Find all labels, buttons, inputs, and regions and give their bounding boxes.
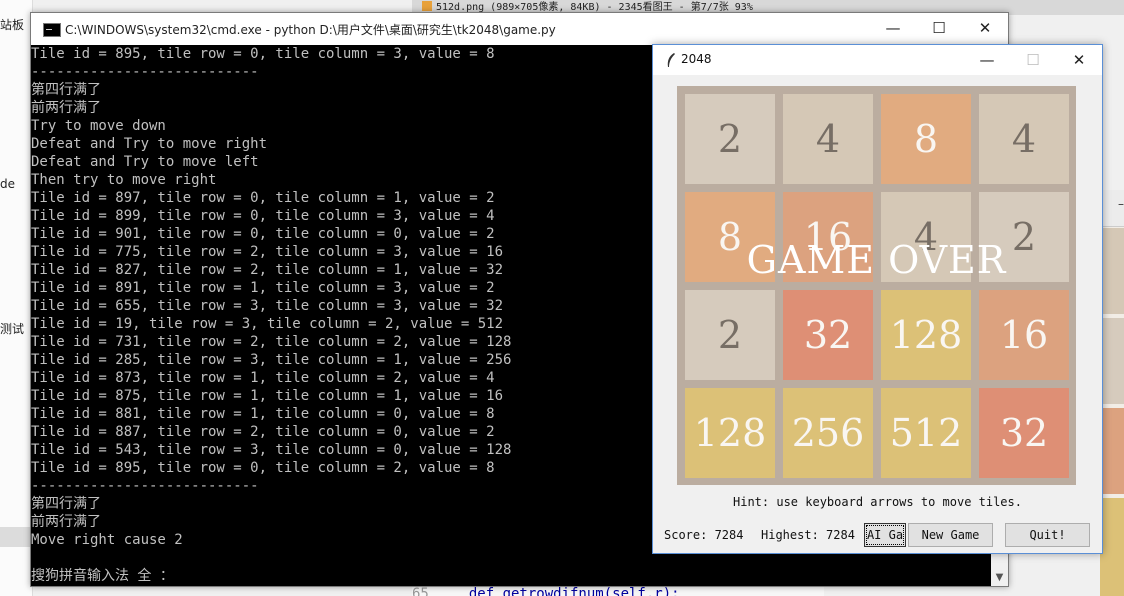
scroll-down-arrow-icon[interactable]: ▼ [991,569,1008,586]
cmd-minimize-button[interactable]: — [870,13,916,43]
tile: 128 [685,388,775,478]
hint-text: Hint: use keyboard arrows to move tiles. [733,495,1022,509]
right-window-titlebar: – [1100,190,1124,227]
left-panel-fragment: de [0,177,15,191]
tile: 8 [685,192,775,282]
tile: 32 [783,290,873,380]
quit-button[interactable]: Quit! [1005,523,1090,547]
highest-score-label: Highest: 7284 [761,528,855,542]
console-app-icon [43,23,61,37]
background-left-panel: 站板 de 测试 [0,0,33,596]
background-right-window: – [1100,190,1124,596]
right-window-tile [1100,228,1124,314]
tile: 512 [881,388,971,478]
tile: 32 [979,388,1069,478]
left-panel-selection [0,527,30,547]
tile: 256 [783,388,873,478]
game-board[interactable]: 2 4 8 4 8 16 4 2 2 32 128 16 128 256 512 32 GAME OVER [677,86,1076,485]
cmd-title: C:\WINDOWS\system32\cmd.exe - python D:\… [65,23,556,37]
right-window-tile [1100,318,1124,404]
tile: 16 [979,290,1069,380]
editor-code-line: def getrowdifnum(self,r): [468,586,680,596]
game-minimize-button[interactable]: — [964,45,1010,75]
tile: 2 [979,192,1069,282]
game-maximize-button[interactable]: ☐ [1010,45,1056,75]
tile: 2 [685,94,775,184]
ai-game-button[interactable]: AI Ga [864,523,906,547]
tile: 8 [881,94,971,184]
tile: 128 [881,290,971,380]
right-window-tile [1100,408,1124,494]
console-line: 搜狗拼音输入法 全 ： [31,568,174,584]
game-titlebar[interactable]: 2048 — ☐ ✕ [653,45,1102,75]
new-game-button[interactable]: New Game [908,523,993,547]
cmd-titlebar[interactable]: C:\WINDOWS\system32\cmd.exe - python D:\… [31,13,1008,45]
tile: 2 [685,290,775,380]
cmd-maximize-button[interactable]: ☐ [916,13,962,43]
game-title: 2048 [681,52,712,66]
right-window-tile [1100,498,1124,596]
image-viewer-icon [422,1,432,11]
cmd-close-button[interactable]: ✕ [962,13,1008,43]
game-window: 2048 — ☐ ✕ 2 4 8 4 8 16 4 2 2 32 128 16 128 256 512 32 G… [652,44,1103,554]
tile: 4 [881,192,971,282]
tile: 16 [783,192,873,282]
tile: 4 [979,94,1069,184]
score-label: Score: 7284 [664,528,744,542]
left-panel-fragment: 站板 [0,18,25,32]
feather-icon [663,52,679,68]
game-close-button[interactable]: ✕ [1056,45,1102,75]
editor-line-number: 65 [412,586,429,596]
tile: 4 [783,94,873,184]
left-panel-fragment: 测试 [0,322,25,336]
